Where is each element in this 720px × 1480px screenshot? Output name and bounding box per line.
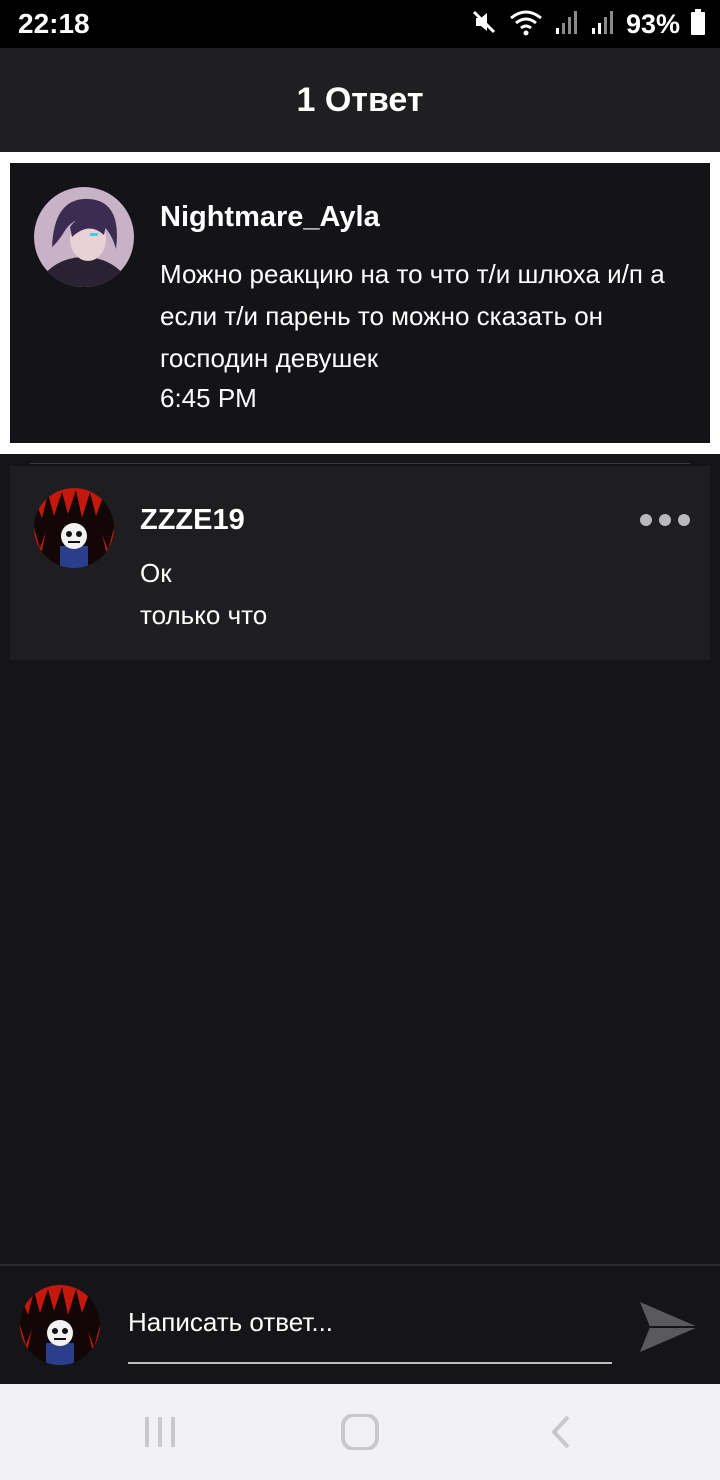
- reply-comment: ZZZE19 Ок только что: [10, 466, 710, 660]
- reply-composer: [0, 1264, 720, 1386]
- navigation-bar: [0, 1384, 720, 1480]
- dot: [640, 514, 652, 526]
- send-icon[interactable]: [636, 1294, 702, 1360]
- avatar[interactable]: [34, 187, 134, 287]
- status-icons: 93%: [470, 6, 706, 42]
- header: 1 Ответ: [0, 48, 720, 152]
- signal-icon: [590, 8, 616, 41]
- parent-comment-frame: Nightmare_Ayla Можно реакцию на то что т…: [0, 152, 720, 454]
- avatar[interactable]: [20, 1285, 100, 1365]
- comment-author[interactable]: Nightmare_Ayla: [160, 201, 380, 234]
- avatar[interactable]: [34, 488, 114, 568]
- back-icon[interactable]: [546, 1414, 576, 1455]
- page-title: 1 Ответ: [296, 80, 424, 119]
- dot: [678, 514, 690, 526]
- status-bar: 22:18 93%: [0, 0, 720, 48]
- reply-input[interactable]: [128, 1294, 612, 1364]
- signal-icon: [554, 8, 580, 41]
- more-dots-icon[interactable]: [640, 510, 690, 530]
- comment-timestamp: 6:45 PM: [160, 383, 257, 413]
- comment-timestamp: только что: [140, 600, 268, 630]
- comment-text: Можно реакцию на то что т/и шлюха и/п а …: [160, 259, 665, 373]
- home-icon[interactable]: [340, 1413, 380, 1455]
- battery-icon: [690, 8, 706, 41]
- mute-icon: [470, 8, 498, 41]
- battery-percent: 93%: [625, 8, 680, 39]
- status-time: 22:18: [18, 8, 90, 39]
- comment-text: Ок: [140, 558, 172, 588]
- comment-author[interactable]: ZZZE19: [140, 504, 245, 537]
- divider: [30, 463, 690, 464]
- wifi-icon: [508, 8, 544, 41]
- parent-comment: Nightmare_Ayla Можно реакцию на то что т…: [10, 163, 710, 443]
- recent-apps-icon[interactable]: [140, 1414, 180, 1455]
- dot: [659, 514, 671, 526]
